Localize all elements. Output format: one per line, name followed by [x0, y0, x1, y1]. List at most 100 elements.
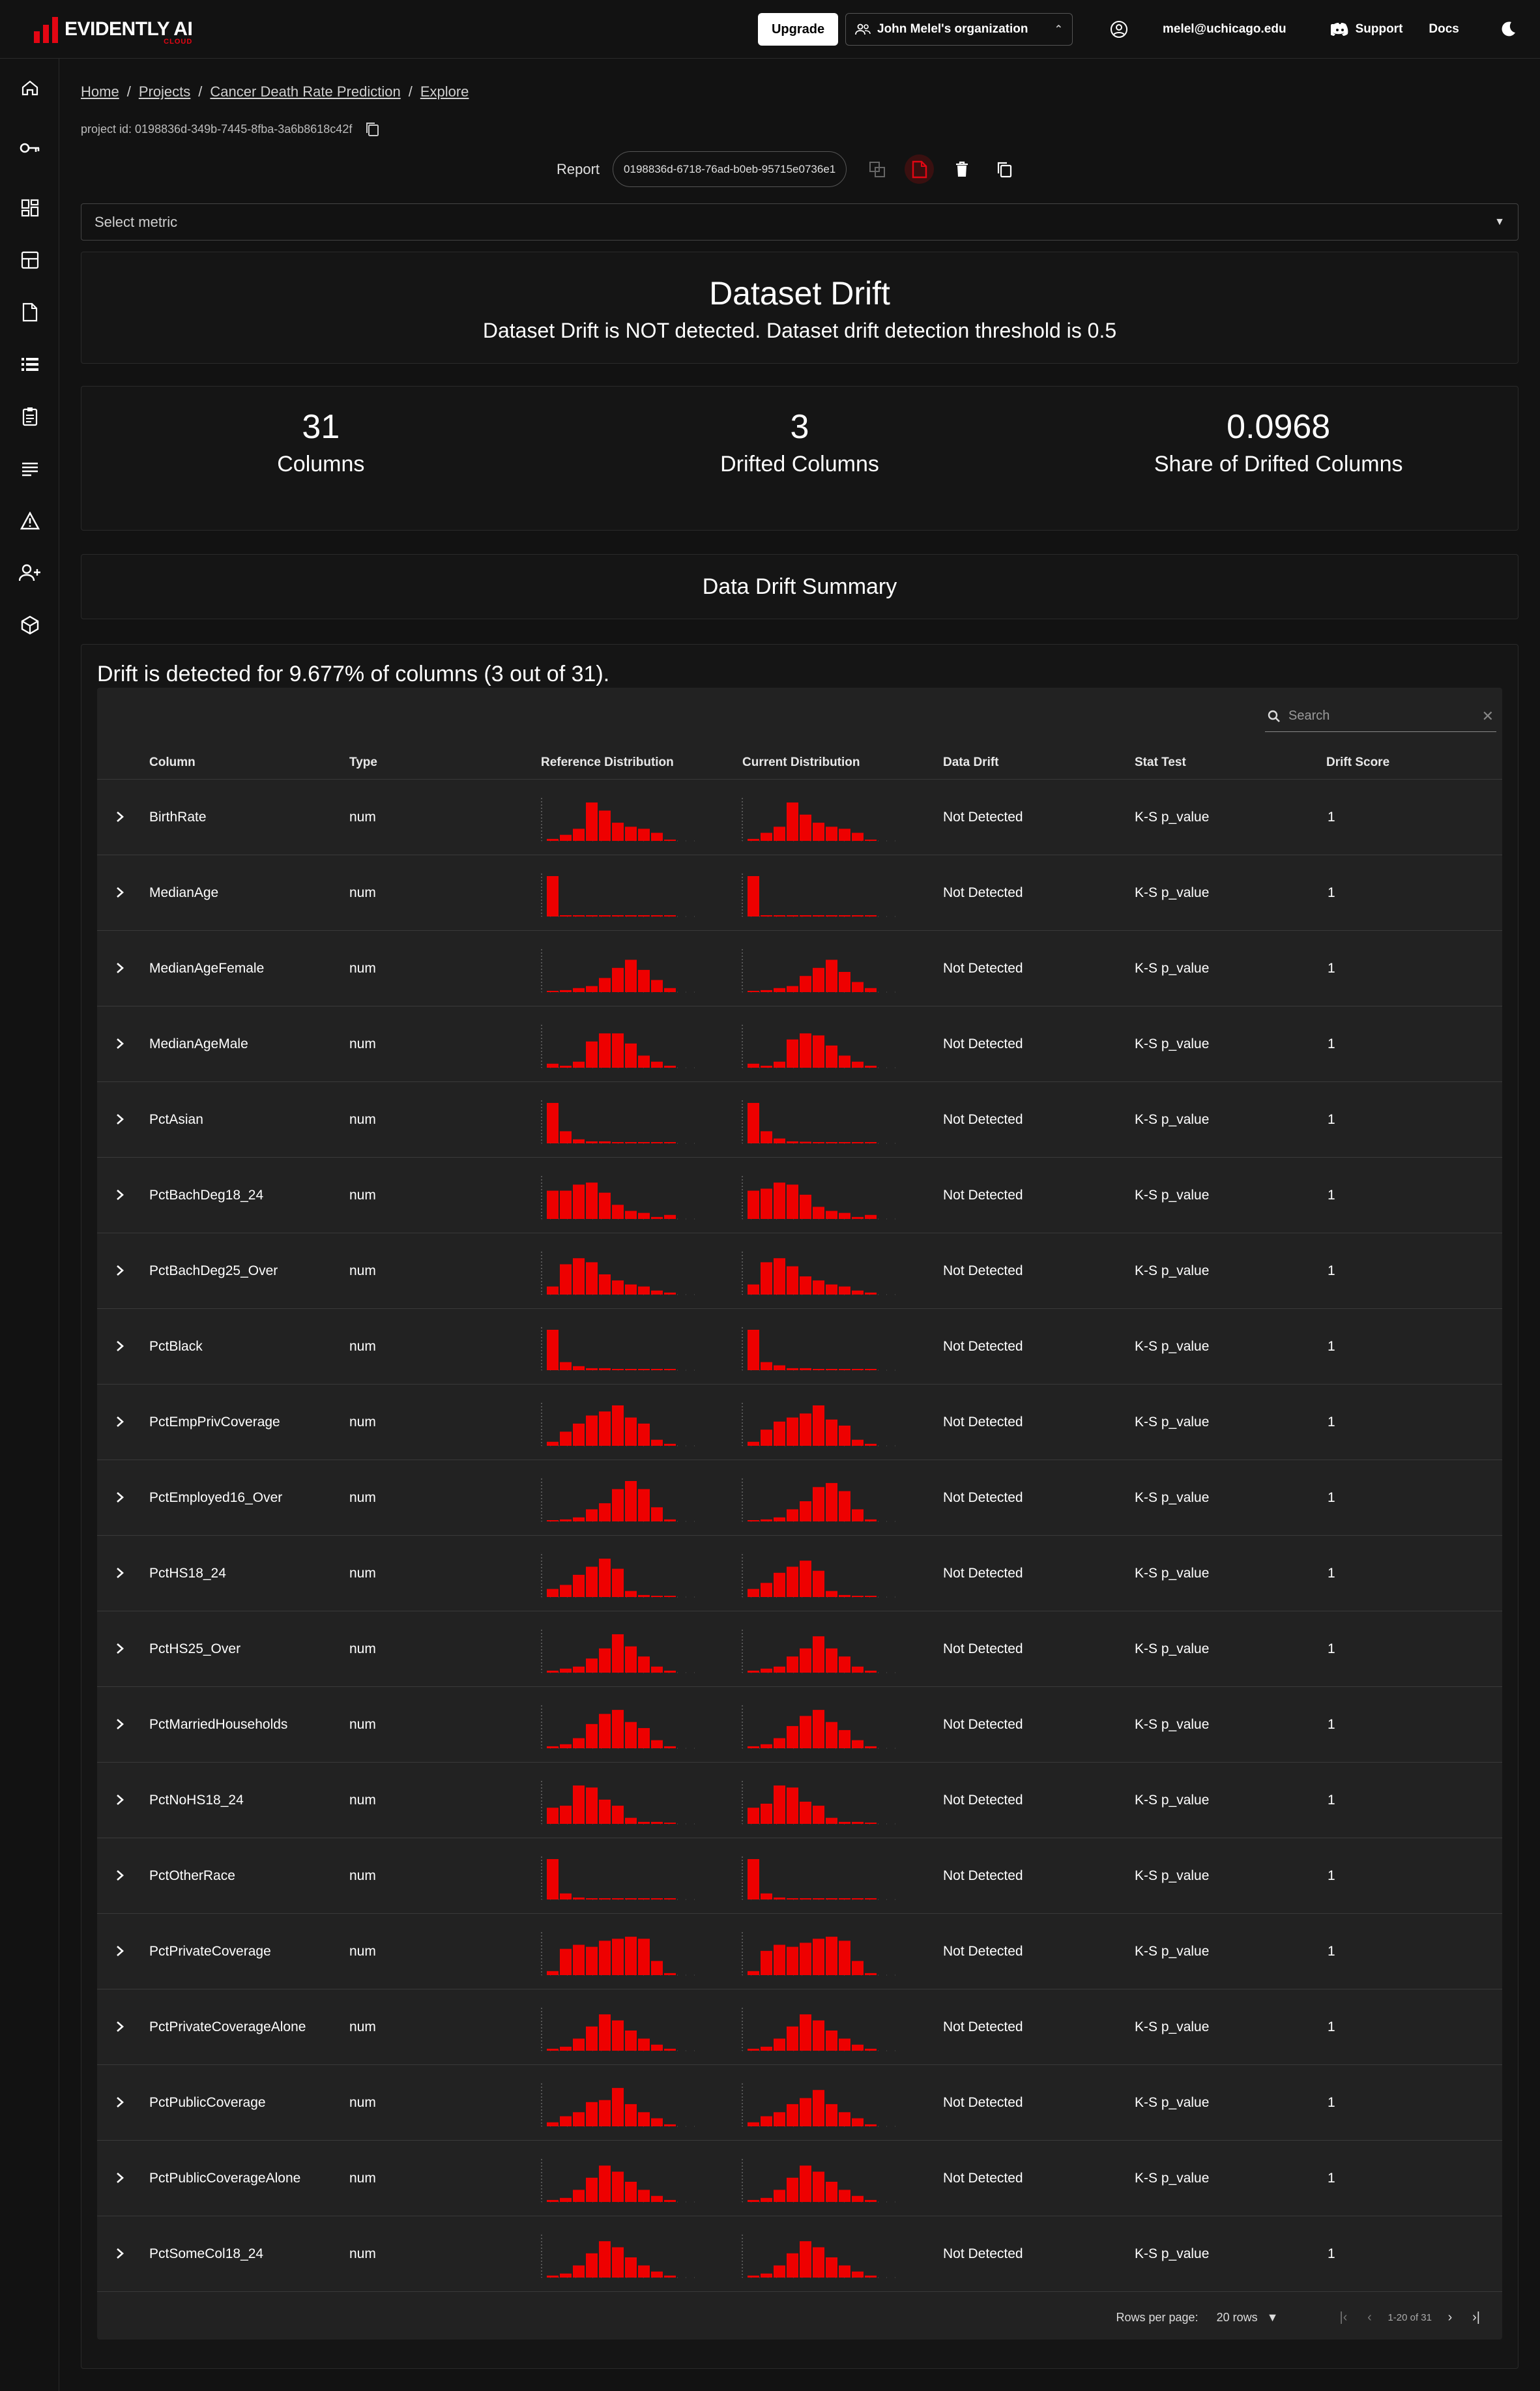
table-row[interactable]: PctHS25_Over num Not Detected K-S p_value 1 — [97, 1611, 1502, 1687]
rows-per-page-select[interactable]: 20 rows ▼ — [1217, 2311, 1279, 2325]
clipboard-icon[interactable] — [17, 403, 43, 430]
breadcrumb-explore[interactable]: Explore — [420, 83, 469, 100]
reference-distribution-histogram — [541, 1705, 697, 1749]
table-row[interactable]: PctNoHS18_24 num Not Detected K-S p_value 1 — [97, 1763, 1502, 1838]
expand-row-chevron-icon[interactable] — [110, 1336, 130, 1356]
delete-icon[interactable] — [947, 154, 976, 184]
home-icon[interactable] — [17, 75, 43, 101]
table-row[interactable]: PctOtherRace num Not Detected K-S p_value 1 — [97, 1838, 1502, 1914]
dashboard-icon[interactable] — [17, 195, 43, 221]
first-page-icon[interactable]: |‹ — [1330, 2304, 1356, 2330]
histogram-bar — [586, 1898, 598, 1900]
column-header-type[interactable]: Type — [349, 755, 377, 770]
list-icon[interactable] — [17, 351, 43, 377]
expand-row-chevron-icon[interactable] — [110, 1261, 130, 1280]
table-row[interactable]: MedianAge num Not Detected K-S p_value 1 — [97, 855, 1502, 931]
text-lines-icon[interactable] — [17, 456, 43, 482]
report-icon[interactable] — [17, 299, 43, 325]
report-id-chip[interactable]: 0198836d-6718-76ad-b0eb-95715e0736e1 — [613, 151, 847, 187]
histogram-bar — [625, 1646, 637, 1673]
histogram-bar — [625, 1817, 637, 1824]
table-row[interactable]: PctEmpPrivCoverage num Not Detected K-S p_v… — [97, 1385, 1502, 1460]
expand-row-chevron-icon[interactable] — [110, 2244, 130, 2263]
cube-icon[interactable] — [17, 612, 43, 638]
support-link[interactable]: Support — [1330, 22, 1402, 37]
histogram-bar — [787, 1509, 798, 1521]
logo-text: EVIDENTLY AI — [65, 18, 193, 40]
panels-icon[interactable] — [17, 247, 43, 273]
expand-row-chevron-icon[interactable] — [110, 883, 130, 902]
table-row[interactable]: PctBlack num Not Detected K-S p_value 1 — [97, 1309, 1502, 1385]
table-row[interactable]: PctBachDeg25_Over num Not Detected K-S p_va… — [97, 1233, 1502, 1309]
compare-icon[interactable] — [862, 154, 892, 184]
breadcrumb-home[interactable]: Home — [81, 83, 119, 100]
evidently-logo[interactable]: EVIDENTLY AI CLOUD — [34, 13, 193, 46]
expand-row-chevron-icon[interactable] — [110, 1866, 130, 1885]
upgrade-button[interactable]: Upgrade — [758, 13, 838, 46]
alert-icon[interactable] — [17, 508, 43, 534]
table-row[interactable]: PctHS18_24 num Not Detected K-S p_value 1 — [97, 1536, 1502, 1611]
expand-row-chevron-icon[interactable] — [110, 1941, 130, 1961]
expand-row-chevron-icon[interactable] — [110, 958, 130, 978]
histogram-bar — [787, 1946, 798, 1975]
table-row[interactable]: PctEmployed16_Over num Not Detected K-S p_v… — [97, 1460, 1502, 1536]
table-row[interactable]: PctBachDeg18_24 num Not Detected K-S p_valu… — [97, 1158, 1502, 1233]
dark-mode-icon[interactable] — [1498, 20, 1518, 39]
expand-row-chevron-icon[interactable] — [110, 2168, 130, 2188]
table-row[interactable]: PctMarriedHouseholds num Not Detected K-S p… — [97, 1687, 1502, 1763]
docs-link[interactable]: Docs — [1429, 22, 1459, 37]
column-header-stat-test[interactable]: Stat Test — [1135, 755, 1186, 770]
table-row[interactable]: PctSomeCol18_24 num Not Detected K-S p_valu… — [97, 2216, 1502, 2292]
expand-row-chevron-icon[interactable] — [110, 1790, 130, 1810]
user-email[interactable]: melel@uchicago.edu — [1163, 22, 1286, 37]
pdf-icon[interactable] — [905, 154, 935, 184]
last-page-icon[interactable]: ›| — [1463, 2304, 1489, 2330]
histogram-bar — [586, 2177, 598, 2202]
expand-row-chevron-icon[interactable] — [110, 2092, 130, 2112]
table-row[interactable]: PctPublicCoverage num Not Detected K-S p_va… — [97, 2065, 1502, 2141]
expand-row-chevron-icon[interactable] — [110, 1488, 130, 1507]
histogram-bar — [573, 1666, 585, 1673]
key-icon[interactable] — [17, 135, 43, 161]
expand-row-chevron-icon[interactable] — [110, 1639, 130, 1658]
histogram-bar — [852, 2118, 864, 2126]
expand-row-chevron-icon[interactable] — [110, 807, 130, 827]
histogram-bar — [560, 1893, 572, 1900]
table-row[interactable]: MedianAgeMale num Not Detected K-S p_value 1 — [97, 1006, 1502, 1082]
histogram-bar — [573, 2112, 585, 2126]
search-input[interactable]: Search ✕ — [1265, 701, 1496, 732]
table-row[interactable]: PctPrivateCoverageAlone num Not Detected K-… — [97, 1989, 1502, 2065]
breadcrumb-projects[interactable]: Projects — [139, 83, 190, 100]
histogram-bar — [761, 2197, 772, 2202]
prev-page-icon[interactable]: ‹ — [1356, 2304, 1382, 2330]
histogram-bar — [560, 1131, 572, 1143]
column-header-data-drift[interactable]: Data Drift — [943, 755, 999, 770]
expand-row-chevron-icon[interactable] — [110, 1034, 130, 1053]
add-user-icon[interactable] — [17, 560, 43, 586]
table-row[interactable]: PctPublicCoverageAlone num Not Detected K-S… — [97, 2141, 1502, 2216]
table-row[interactable]: BirthRate num Not Detected K-S p_value 1 — [97, 780, 1502, 855]
expand-row-chevron-icon[interactable] — [110, 1563, 130, 1583]
histogram-bar — [761, 1583, 772, 1597]
duplicate-icon[interactable] — [989, 154, 1019, 184]
clear-search-icon[interactable]: ✕ — [1482, 708, 1494, 725]
next-page-icon[interactable]: › — [1437, 2304, 1463, 2330]
organization-switcher[interactable]: John Melel's organization ⌃ — [845, 13, 1073, 46]
table-row[interactable]: PctPrivateCoverage num Not Detected K-S p_v… — [97, 1914, 1502, 1989]
copy-icon[interactable] — [365, 121, 379, 137]
column-header-drift-score[interactable]: Drift Score — [1326, 755, 1389, 770]
table-row[interactable]: MedianAgeFemale num Not Detected K-S p_valu… — [97, 931, 1502, 1006]
expand-row-chevron-icon[interactable] — [110, 1714, 130, 1734]
account-icon[interactable] — [1109, 20, 1129, 39]
expand-row-chevron-icon[interactable] — [110, 1109, 130, 1129]
cell-column-name: PctAsian — [149, 1112, 203, 1127]
histogram-bar — [748, 2199, 759, 2202]
breadcrumb-project[interactable]: Cancer Death Rate Prediction — [210, 83, 400, 100]
dropdown-arrow-icon: ▼ — [1266, 2310, 1279, 2324]
expand-row-chevron-icon[interactable] — [110, 1412, 130, 1431]
expand-row-chevron-icon[interactable] — [110, 1185, 130, 1205]
select-metric-dropdown[interactable]: Select metric ▼ — [81, 203, 1518, 241]
expand-row-chevron-icon[interactable] — [110, 2017, 130, 2036]
column-header-column[interactable]: Column — [149, 755, 196, 770]
table-row[interactable]: PctAsian num Not Detected K-S p_value 1 — [97, 1082, 1502, 1158]
